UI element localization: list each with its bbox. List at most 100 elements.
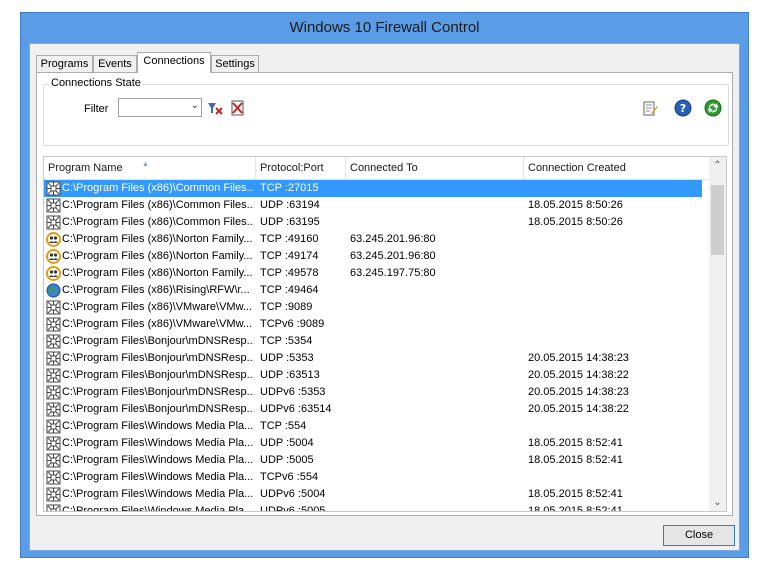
table-row[interactable]: C:\Program Files (x86)\Norton Family... T…: [44, 265, 702, 282]
protocol-port-cell: TCP :9089: [260, 301, 313, 313]
protocol-port-cell: UDP :5353: [260, 352, 314, 364]
table-row[interactable]: C:\Program Files (x86)\VMware\VMw... TCP …: [44, 299, 702, 316]
program-name-cell: C:\Program Files\Windows Media Pla...: [62, 505, 254, 512]
protocol-port-cell: UDPv6 :63514: [260, 403, 332, 415]
refresh-icon[interactable]: [704, 99, 722, 117]
table-row[interactable]: C:\Program Files (x86)\Rising\RFW\r... TC…: [44, 282, 702, 299]
connection-created-cell: 20.05.2015 14:38:22: [528, 403, 629, 415]
connected-to-cell: 63.245.197.75:80: [350, 267, 436, 279]
program-name-cell: C:\Program Files\Bonjour\mDNSResp...: [62, 352, 254, 364]
program-name-cell: C:\Program Files\Bonjour\mDNSResp...: [62, 369, 254, 381]
connection-created-cell: 18.05.2015 8:52:41: [528, 437, 623, 449]
table-row[interactable]: C:\Program Files (x86)\VMware\VMw... TCPv…: [44, 316, 702, 333]
list-header: Program Name ▲ Protocol:Port Connected T…: [44, 157, 714, 180]
column-header-connection-created[interactable]: Connection Created: [524, 157, 702, 179]
protocol-port-cell: UDP :63513: [260, 369, 320, 381]
table-row[interactable]: C:\Program Files\Bonjour\mDNSResp... UDPv…: [44, 401, 702, 418]
table-row[interactable]: C:\Program Files (x86)\Norton Family... T…: [44, 231, 702, 248]
program-name-cell: C:\Program Files (x86)\Norton Family...: [62, 233, 253, 245]
column-header-protocol-port[interactable]: Protocol:Port: [256, 157, 346, 179]
connection-created-cell: 20.05.2015 14:38:22: [528, 369, 629, 381]
program-name-cell: C:\Program Files (x86)\Common Files...: [62, 216, 254, 228]
vertical-scrollbar[interactable]: ⌃ ⌄: [709, 157, 726, 511]
table-row[interactable]: C:\Program Files\Bonjour\mDNSResp... UDPv…: [44, 384, 702, 401]
table-row[interactable]: C:\Program Files (x86)\Norton Family... T…: [44, 248, 702, 265]
column-header-connected-to[interactable]: Connected To: [346, 157, 524, 179]
scroll-down-icon[interactable]: ⌄: [709, 494, 726, 511]
protocol-port-cell: TCPv6 :554: [260, 471, 319, 483]
tab-settings[interactable]: Settings: [211, 55, 259, 72]
protocol-port-cell: UDPv6 :5353: [260, 386, 326, 398]
protocol-port-cell: UDP :5004: [260, 437, 314, 449]
protocol-port-cell: UDPv6 :5004: [260, 488, 326, 500]
connections-state-group: Connections State Filter ⌄ ?: [43, 77, 729, 146]
program-name-cell: C:\Program Files\Bonjour\mDNSResp...: [62, 386, 254, 398]
table-row[interactable]: C:\Program Files\Windows Media Pla... UDP…: [44, 452, 702, 469]
table-row[interactable]: C:\Program Files\Windows Media Pla... TCP…: [44, 418, 702, 435]
tab-events[interactable]: Events: [93, 55, 137, 72]
clear-list-icon[interactable]: [230, 100, 246, 116]
connection-created-cell: 18.05.2015 8:50:26: [528, 199, 623, 211]
protocol-port-cell: UDP :63194: [260, 199, 320, 211]
program-name-cell: C:\Program Files (x86)\VMware\VMw...: [62, 318, 253, 330]
svg-text:?: ?: [680, 102, 686, 115]
scroll-thumb[interactable]: [711, 185, 724, 255]
chevron-down-icon: ⌄: [190, 100, 199, 111]
program-name-cell: C:\Program Files (x86)\Norton Family...: [62, 267, 253, 279]
tab-programs[interactable]: Programs: [36, 55, 93, 72]
edit-note-icon[interactable]: [642, 100, 658, 116]
table-row[interactable]: C:\Program Files\Bonjour\mDNSResp... UDP …: [44, 367, 702, 384]
protocol-port-cell: TCP :49464: [260, 284, 319, 296]
filter-label: Filter: [84, 103, 109, 115]
table-row[interactable]: C:\Program Files\Windows Media Pla... UDP…: [44, 486, 702, 503]
table-row[interactable]: C:\Program Files\Bonjour\mDNSResp... UDP …: [44, 350, 702, 367]
protocol-port-cell: TCP :49174: [260, 250, 319, 262]
protocol-port-cell: TCP :554: [260, 420, 307, 432]
dialog-client-area: Programs Events Connections Settings Con…: [29, 43, 740, 551]
program-name-cell: C:\Program Files\Windows Media Pla...: [62, 420, 254, 432]
connections-panel: Connections State Filter ⌄ ? Program Nam…: [36, 72, 733, 516]
program-name-cell: C:\Program Files\Windows Media Pla...: [62, 471, 254, 483]
connected-to-cell: 63.245.201.96:80: [350, 250, 436, 262]
tab-connections[interactable]: Connections: [137, 52, 211, 73]
protocol-port-cell: TCP :5354: [260, 335, 313, 347]
close-button[interactable]: Close: [663, 525, 735, 546]
table-row[interactable]: C:\Program Files\Windows Media Pla... UDP…: [44, 435, 702, 452]
list-rows: C:\Program Files (x86)\Common Files... TC…: [44, 180, 702, 512]
table-row[interactable]: C:\Program Files\Windows Media Pla... TCP…: [44, 469, 702, 486]
table-row[interactable]: C:\Program Files (x86)\Common Files... TC…: [44, 180, 702, 197]
connections-list[interactable]: Program Name ▲ Protocol:Port Connected T…: [43, 156, 727, 512]
connection-created-cell: 20.05.2015 14:38:23: [528, 352, 629, 364]
table-row[interactable]: C:\Program Files (x86)\Common Files... UD…: [44, 214, 702, 231]
program-name-cell: C:\Program Files (x86)\Norton Family...: [62, 250, 253, 262]
connection-created-cell: 18.05.2015 8:52:41: [528, 505, 623, 512]
program-name-cell: C:\Program Files (x86)\Common Files...: [62, 199, 254, 211]
protocol-port-cell: TCP :27015: [260, 182, 319, 194]
column-header-program-name[interactable]: Program Name ▲: [44, 157, 256, 179]
filter-dropdown[interactable]: ⌄: [118, 98, 202, 117]
table-row[interactable]: C:\Program Files\Bonjour\mDNSResp... TCP …: [44, 333, 702, 350]
program-name-cell: C:\Program Files\Bonjour\mDNSResp...: [62, 403, 254, 415]
protocol-port-cell: TCP :49160: [260, 233, 319, 245]
program-name-cell: C:\Program Files\Windows Media Pla...: [62, 488, 254, 500]
protocol-port-cell: UDPv6 :5005: [260, 505, 326, 512]
connected-to-cell: 63.245.201.96:80: [350, 233, 436, 245]
remove-filter-icon[interactable]: [207, 100, 223, 116]
protocol-port-cell: UDP :63195: [260, 216, 320, 228]
table-row[interactable]: C:\Program Files\Windows Media Pla... UDP…: [44, 503, 702, 512]
program-name-cell: C:\Program Files (x86)\VMware\VMw...: [62, 301, 253, 313]
scroll-up-icon[interactable]: ⌃: [709, 157, 726, 174]
help-icon[interactable]: ?: [674, 99, 692, 117]
program-name-cell: C:\Program Files\Windows Media Pla...: [62, 437, 254, 449]
program-name-cell: C:\Program Files\Bonjour\mDNSResp...: [62, 335, 254, 347]
group-title: Connections State: [49, 77, 143, 89]
window-title: Windows 10 Firewall Control: [289, 19, 480, 36]
protocol-port-cell: TCP :49578: [260, 267, 319, 279]
main-window: Windows 10 Firewall Control Programs Eve…: [20, 12, 749, 558]
connection-created-cell: 20.05.2015 14:38:23: [528, 386, 629, 398]
protocol-port-cell: TCPv6 :9089: [260, 318, 325, 330]
table-row[interactable]: C:\Program Files (x86)\Common Files... UD…: [44, 197, 702, 214]
connection-created-cell: 18.05.2015 8:50:26: [528, 216, 623, 228]
connection-created-cell: 18.05.2015 8:52:41: [528, 454, 623, 466]
program-name-cell: C:\Program Files (x86)\Common Files...: [62, 182, 254, 194]
